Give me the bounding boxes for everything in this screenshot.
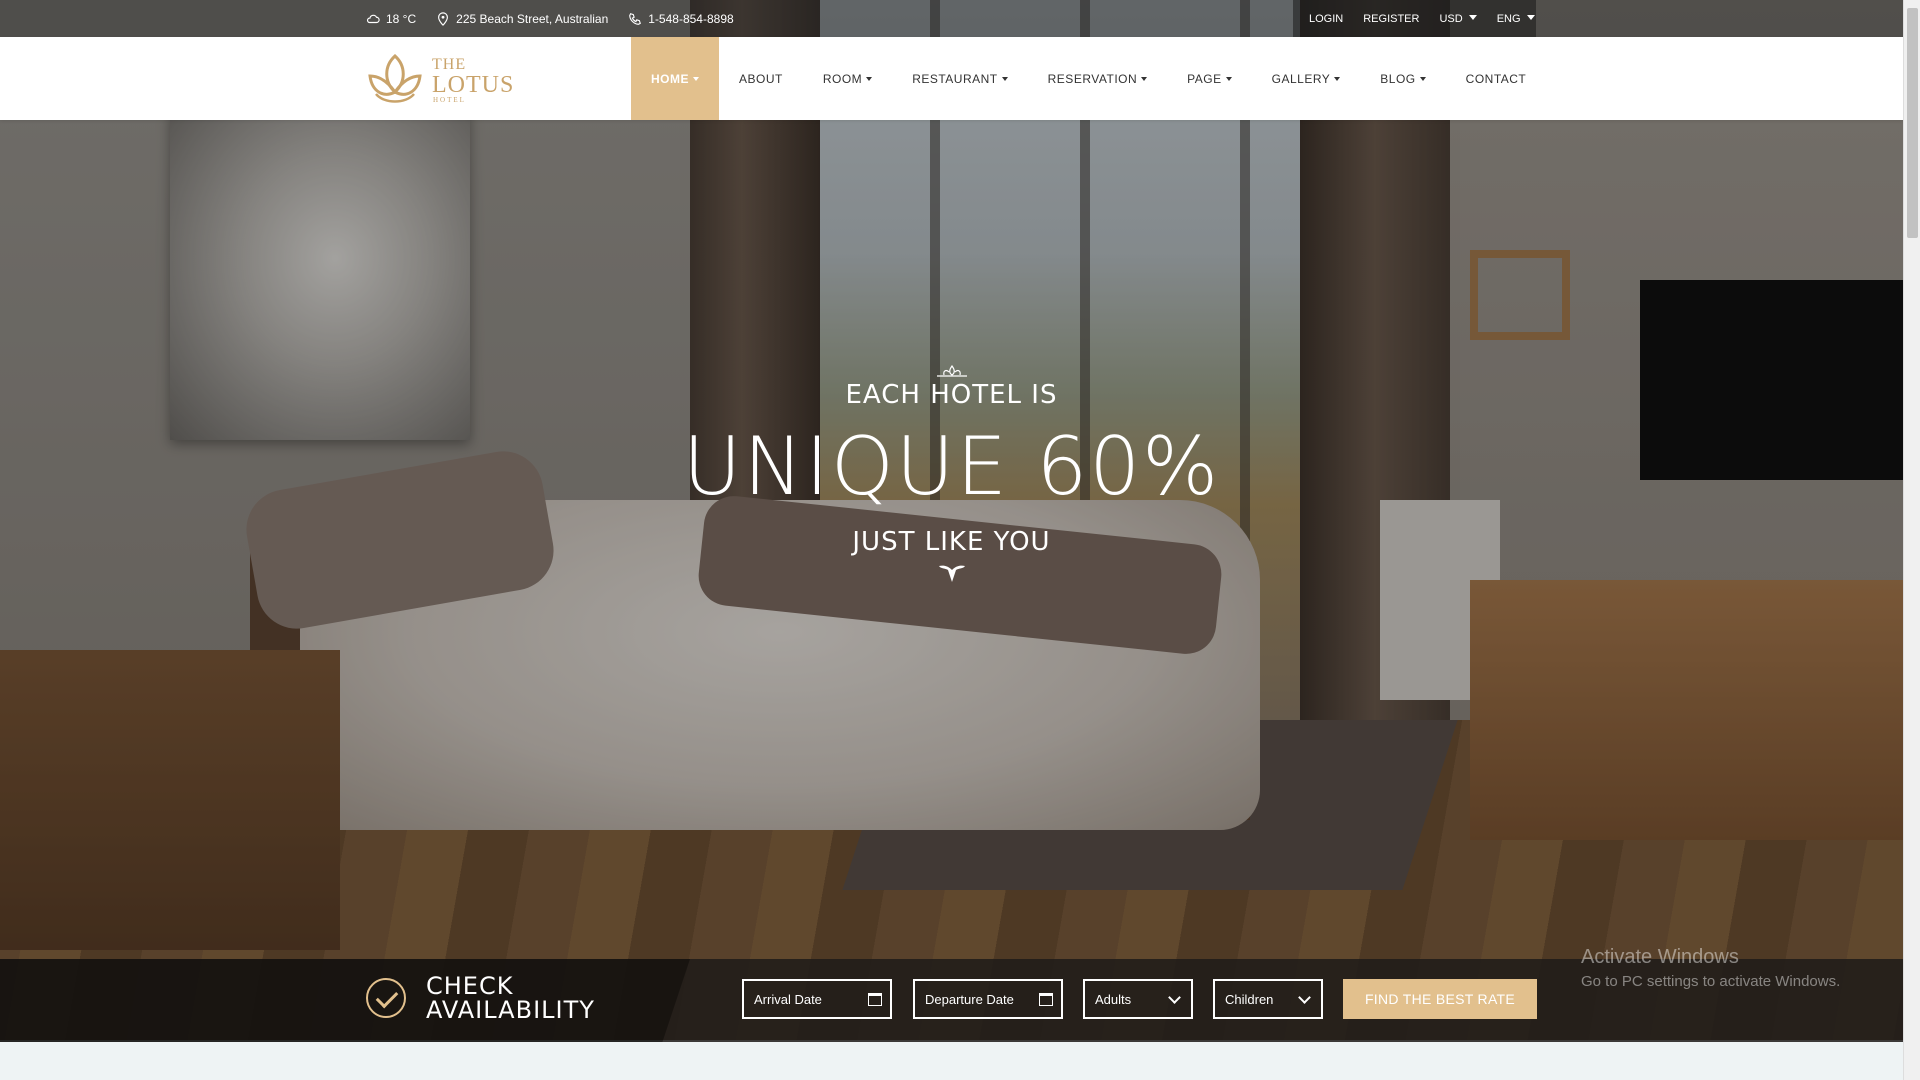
departure-date-placeholder: Departure Date (925, 991, 1014, 1007)
nav-item-contact[interactable]: CONTACT (1446, 37, 1547, 120)
main-header: THE LOTUS HOTEL HOME ABOUT ROOM RESTAURA… (0, 37, 1903, 120)
nav-item-home[interactable]: HOME (631, 37, 719, 120)
caret-down-icon (1141, 76, 1148, 81)
nav-label: CONTACT (1465, 71, 1527, 86)
nav-item-page[interactable]: PAGE (1167, 37, 1251, 120)
address-text: 225 Beach Street, Australian (456, 11, 609, 26)
departure-date-field[interactable]: Departure Date (913, 979, 1063, 1019)
lotus-logo-icon (368, 53, 422, 103)
chevron-down-icon (1298, 991, 1311, 1004)
caret-down-icon (1001, 76, 1008, 81)
children-select[interactable]: Children (1213, 979, 1323, 1019)
nav-item-restaurant[interactable]: RESTAURANT (892, 37, 1027, 120)
cloud-icon (366, 14, 380, 23)
nav-item-gallery[interactable]: GALLERY (1252, 37, 1361, 120)
availability-title: CHECK AVAILABILITY (426, 974, 595, 1022)
nav-item-about[interactable]: ABOUT (719, 37, 803, 120)
watermark-title: Activate Windows (1581, 946, 1739, 968)
adults-select[interactable]: Adults (1083, 979, 1193, 1019)
availability-title-line-2: AVAILABILITY (426, 996, 595, 1024)
nav-item-room[interactable]: ROOM (803, 37, 892, 120)
hero-line-1: EACH HOTEL IS (845, 380, 1058, 410)
login-link[interactable]: LOGIN (1309, 13, 1343, 25)
nav-label: HOME (651, 71, 689, 86)
nav-label: ROOM (822, 71, 863, 86)
phone-icon (629, 12, 642, 25)
caret-down-icon (1419, 76, 1426, 81)
arrival-date-field[interactable]: Arrival Date (742, 979, 892, 1019)
caret-down-icon (1334, 76, 1341, 81)
currency-dropdown[interactable]: USD (1439, 13, 1476, 25)
address-info: 225 Beach Street, Australian (436, 12, 608, 26)
caret-down-icon (1225, 76, 1232, 81)
contact-info: 18 °C 225 Beach Street, Australian 1-548… (366, 0, 734, 37)
weather-text: 18 °C (386, 11, 417, 26)
account-bar: LOGIN REGISTER USD ENG (1293, 0, 1536, 37)
chevron-down-icon (1168, 991, 1181, 1004)
main-nav: HOME ABOUT ROOM RESTAURANT RESERVATION P… (631, 37, 1546, 120)
logo-wordmark: THE LOTUS HOTEL (432, 55, 515, 104)
availability-title-line-1: CHECK (426, 972, 514, 1000)
map-pin-icon (438, 11, 449, 26)
nav-label: PAGE (1187, 71, 1222, 86)
logo-line-lotus: LOTUS (432, 71, 515, 98)
hero-headline: UNIQUE 60% (682, 420, 1221, 513)
hotel-logo[interactable]: THE LOTUS HOTEL (366, 52, 516, 108)
nav-label: ABOUT (739, 71, 783, 86)
phone-info: 1-548-854-8898 (628, 11, 734, 26)
children-value: Children (1225, 991, 1274, 1007)
nav-item-reservation[interactable]: RESERVATION (1028, 37, 1168, 120)
hero-caption: EACH HOTEL IS UNIQUE 60% JUST LIKE YOU (0, 364, 1903, 583)
logo-line-the: THE (432, 55, 467, 73)
nav-label: GALLERY (1271, 71, 1331, 86)
checkmark-circle-icon (366, 978, 406, 1018)
ornament-icon (936, 364, 967, 377)
nav-item-blog[interactable]: BLOG (1360, 37, 1445, 120)
phone-text: 1-548-854-8898 (648, 11, 734, 26)
register-link[interactable]: REGISTER (1363, 13, 1419, 25)
logo-line-hotel: HOTEL (433, 95, 466, 104)
adults-value: Adults (1095, 991, 1132, 1007)
caret-down-icon (693, 76, 699, 81)
scrollbar-thumb[interactable] (1907, 8, 1918, 238)
hero-line-3: JUST LIKE YOU (852, 527, 1051, 557)
page-scrollbar[interactable] (1903, 0, 1920, 1080)
lotus-ornament-icon (938, 565, 965, 582)
nav-label: RESERVATION (1047, 71, 1138, 86)
nav-label: BLOG (1380, 71, 1416, 86)
calendar-icon (1039, 993, 1053, 1006)
language-dropdown[interactable]: ENG (1497, 13, 1535, 25)
weather-info: 18 °C (366, 12, 416, 26)
nav-label: RESTAURANT (912, 71, 998, 86)
arrival-date-placeholder: Arrival Date (754, 991, 822, 1007)
next-section-edge (0, 1042, 1903, 1080)
find-best-rate-button[interactable]: FIND THE BEST RATE (1343, 979, 1537, 1019)
top-bar: 18 °C 225 Beach Street, Australian 1-548… (0, 0, 1903, 37)
caret-down-icon (866, 76, 873, 81)
calendar-icon (868, 993, 882, 1006)
watermark-subtitle: Go to PC settings to activate Windows. (1581, 973, 1841, 990)
windows-activation-watermark: Activate Windows Go to PC settings to ac… (1581, 946, 1840, 990)
